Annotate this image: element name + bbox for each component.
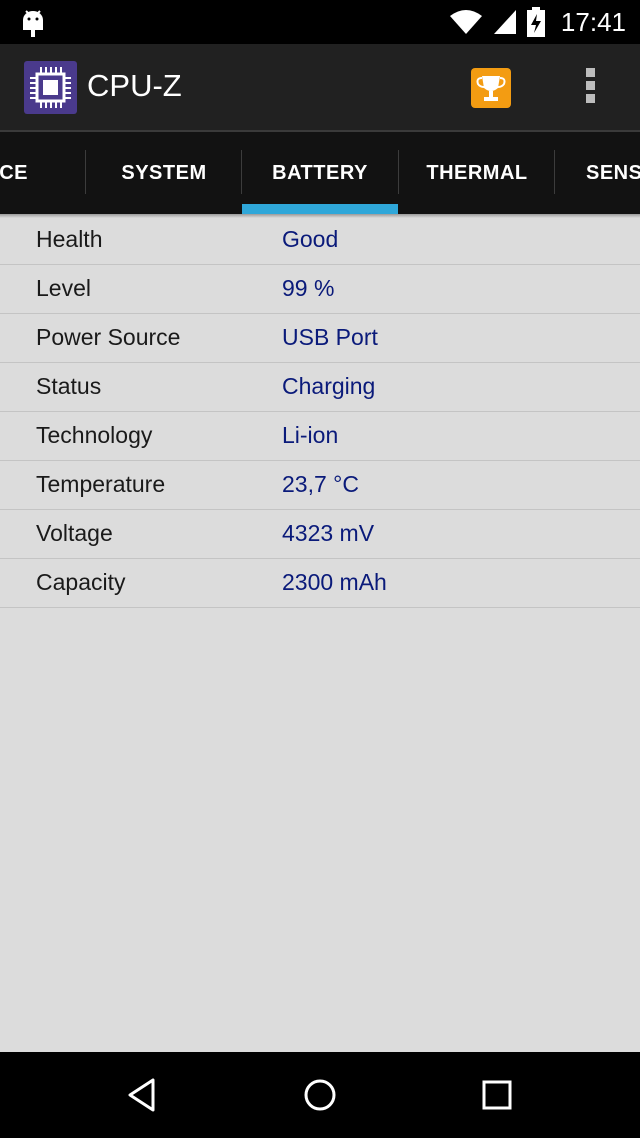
row-label: Level bbox=[36, 275, 91, 301]
table-row: Voltage 4323 mV bbox=[0, 510, 640, 559]
navigation-bar bbox=[0, 1052, 640, 1138]
selected-tab-indicator bbox=[242, 204, 398, 214]
app-title: CPU-Z bbox=[87, 68, 182, 103]
table-row: Health Good bbox=[0, 216, 640, 265]
row-label: Status bbox=[36, 373, 102, 399]
tab-battery[interactable]: BATTERY bbox=[242, 132, 398, 214]
row-label: Voltage bbox=[36, 520, 113, 546]
table-row: Level 99 % bbox=[0, 265, 640, 314]
row-value: 99 % bbox=[282, 275, 335, 301]
signal-icon bbox=[493, 10, 516, 34]
row-value: 4323 mV bbox=[282, 520, 375, 546]
tab-label: BATTERY bbox=[272, 161, 368, 184]
back-button[interactable] bbox=[120, 1072, 166, 1118]
tab-thermal[interactable]: THERMAL bbox=[399, 132, 555, 214]
battery-info-table: Health Good Level 99 % Power Source USB … bbox=[0, 216, 640, 608]
app-logo-icon bbox=[24, 61, 77, 114]
table-row: Technology Li-ion bbox=[0, 412, 640, 461]
recents-button[interactable] bbox=[474, 1072, 520, 1118]
row-value: 2300 mAh bbox=[282, 569, 387, 595]
android-debug-icon bbox=[23, 10, 43, 37]
tab-device[interactable]: VICE bbox=[0, 132, 70, 214]
back-icon bbox=[128, 1078, 155, 1112]
table-row: Temperature 23,7 °C bbox=[0, 461, 640, 510]
row-value: Charging bbox=[282, 373, 376, 399]
row-label: Health bbox=[36, 226, 103, 252]
tab-label: SYSTEM bbox=[121, 161, 207, 184]
tab-bar: VICE SYSTEM BATTERY THERMAL SENSO bbox=[0, 132, 640, 214]
overflow-menu-button[interactable] bbox=[576, 64, 604, 112]
row-value: Li-ion bbox=[282, 422, 339, 448]
trophy-icon bbox=[476, 76, 506, 101]
wifi-icon bbox=[449, 10, 482, 34]
app-bar: CPU-Z bbox=[0, 44, 640, 132]
overflow-menu-icon bbox=[576, 68, 604, 103]
tab-label: SENSO bbox=[586, 161, 640, 184]
trophy-button[interactable] bbox=[471, 68, 511, 108]
table-row: Capacity 2300 mAh bbox=[0, 559, 640, 608]
tab-system[interactable]: SYSTEM bbox=[86, 132, 242, 214]
row-value: USB Port bbox=[282, 324, 378, 350]
battery-charging-icon bbox=[526, 7, 545, 37]
row-label: Temperature bbox=[36, 471, 166, 497]
table-row: Power Source USB Port bbox=[0, 314, 640, 363]
tab-label: VICE bbox=[0, 161, 28, 184]
status-clock: 17:41 bbox=[560, 6, 626, 37]
row-label: Technology bbox=[36, 422, 153, 448]
row-value: 23,7 °C bbox=[282, 471, 359, 497]
recents-icon bbox=[482, 1080, 512, 1110]
tab-label: THERMAL bbox=[426, 161, 528, 184]
status-bar: 17:41 bbox=[0, 0, 640, 44]
home-icon bbox=[304, 1079, 336, 1111]
home-button[interactable] bbox=[297, 1072, 343, 1118]
row-value: Good bbox=[282, 226, 339, 252]
tab-sensors[interactable]: SENSO bbox=[555, 132, 640, 214]
row-label: Power Source bbox=[36, 324, 181, 350]
table-row: Status Charging bbox=[0, 363, 640, 412]
row-label: Capacity bbox=[36, 569, 126, 595]
